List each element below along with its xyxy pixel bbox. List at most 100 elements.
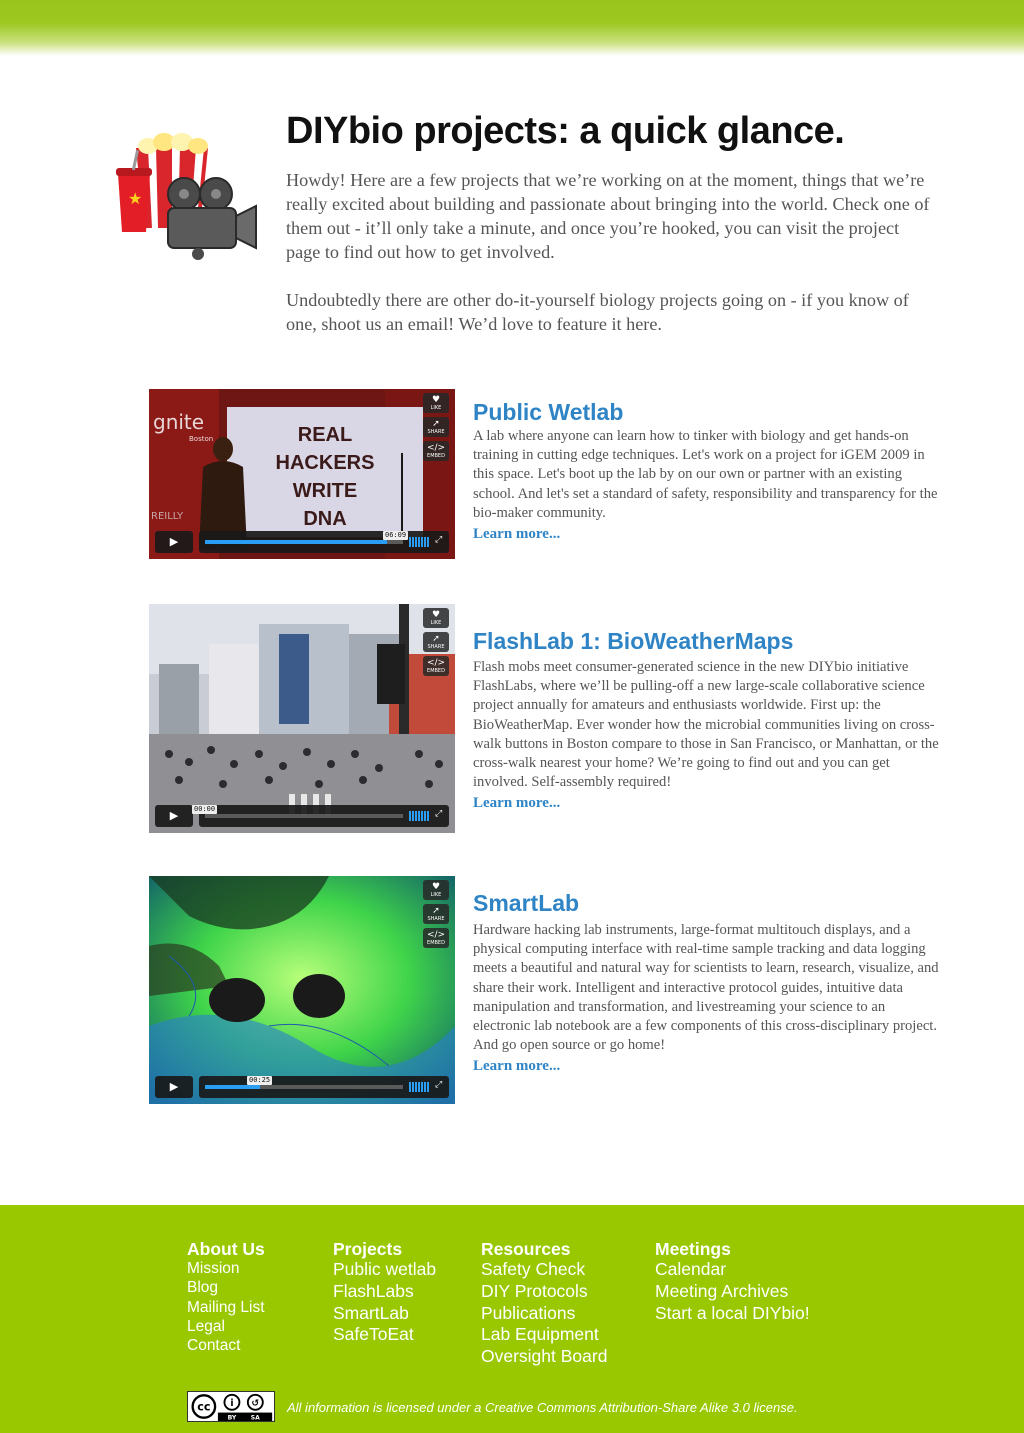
video-controls: ▶ ⤢ bbox=[149, 1074, 455, 1104]
progress-track[interactable] bbox=[205, 1085, 403, 1089]
embed-button[interactable]: </> EMBED bbox=[423, 656, 449, 676]
play-button[interactable]: ▶ bbox=[155, 531, 193, 553]
video-controls: ▶ ⤢ bbox=[149, 529, 455, 559]
video-thumbnail bbox=[149, 876, 455, 1104]
heart-icon: ♥ bbox=[431, 882, 441, 892]
play-button[interactable]: ▶ bbox=[155, 1076, 193, 1098]
project-text: Flash mobs meet consumer-generated scien… bbox=[473, 659, 939, 791]
footer-link-mailing-list[interactable]: Mailing List bbox=[187, 1298, 265, 1317]
like-button[interactable]: ♥ LIKE bbox=[423, 393, 449, 413]
footer-link-blog[interactable]: Blog bbox=[187, 1278, 265, 1297]
heart-icon: ♥ bbox=[431, 610, 441, 620]
footer-link-flashlabs[interactable]: FlashLabs bbox=[333, 1281, 436, 1303]
project-title[interactable]: SmartLab bbox=[473, 890, 579, 917]
creative-commons-by-sa-icon[interactable]: cc i ↺ BY SA bbox=[187, 1391, 275, 1422]
project-description: A lab where anyone can learn how to tink… bbox=[473, 427, 939, 544]
project-title[interactable]: FlashLab 1: BioWeatherMaps bbox=[473, 628, 793, 655]
play-button[interactable]: ▶ bbox=[155, 805, 193, 827]
footer-link-lab-equipment[interactable]: Lab Equipment bbox=[481, 1324, 607, 1346]
footer-column-about: About Us Mission Blog Mailing List Legal… bbox=[187, 1239, 265, 1355]
progress-fill bbox=[205, 540, 388, 544]
svg-text:REILLY: REILLY bbox=[151, 511, 184, 522]
like-button[interactable]: ♥ LIKE bbox=[423, 608, 449, 628]
video-side-buttons: ♥ LIKE ➚ SHARE </> EMBED bbox=[423, 393, 449, 461]
progress-fill bbox=[205, 1085, 261, 1089]
timecode: 06:09 bbox=[383, 531, 409, 540]
footer-heading: Resources bbox=[481, 1239, 571, 1259]
learn-more-link[interactable]: Learn more... bbox=[473, 1057, 939, 1076]
footer-link-diy-protocols[interactable]: DIY Protocols bbox=[481, 1281, 607, 1303]
footer-link-public-wetlab[interactable]: Public wetlab bbox=[333, 1259, 436, 1281]
play-icon: ▶ bbox=[169, 809, 179, 822]
video-player[interactable]: REAL HACKERS WRITE DNA gnite Boston REIL… bbox=[149, 389, 455, 559]
footer-link-legal[interactable]: Legal bbox=[187, 1317, 265, 1336]
project-text: Hardware hacking lab instruments, large-… bbox=[473, 922, 939, 1054]
footer-column-meetings: Meetings Calendar Meeting Archives Start… bbox=[655, 1239, 810, 1324]
license-text: All information is licensed under a Crea… bbox=[287, 1400, 798, 1415]
svg-text:DNA: DNA bbox=[303, 508, 346, 530]
project-description: Flash mobs meet consumer-generated scien… bbox=[473, 658, 939, 814]
heart-icon: ♥ bbox=[431, 395, 441, 405]
progress-track[interactable] bbox=[205, 540, 403, 544]
video-thumbnail bbox=[149, 604, 455, 833]
svg-text:Boston: Boston bbox=[189, 435, 213, 443]
footer: About Us Mission Blog Mailing List Legal… bbox=[0, 1205, 1024, 1433]
fullscreen-icon[interactable]: ⤢ bbox=[435, 1080, 442, 1090]
video-player[interactable]: ♥ LIKE ➚ SHARE </> EMBED ▶ ⤢ 00:00 bbox=[149, 604, 455, 833]
project-title[interactable]: Public Wetlab bbox=[473, 399, 623, 426]
popcorn-and-film-camera-icon: ★ bbox=[116, 133, 257, 260]
like-button[interactable]: ♥ LIKE bbox=[423, 880, 449, 900]
project-flashlab: ♥ LIKE ➚ SHARE </> EMBED ▶ ⤢ 00:00 FlashLab… bbox=[149, 604, 939, 833]
volume-icon[interactable] bbox=[409, 1082, 429, 1092]
page-title: DIYbio projects: a quick glance. bbox=[286, 110, 845, 152]
footer-link-meeting-archives[interactable]: Meeting Archives bbox=[655, 1281, 810, 1303]
play-icon: ▶ bbox=[169, 535, 179, 548]
intro-paragraph-2: Undoubtedly there are other do-it-yourse… bbox=[286, 290, 909, 334]
video-scrubber[interactable]: ⤢ bbox=[199, 531, 449, 553]
svg-text:cc: cc bbox=[197, 1401, 210, 1414]
share-button[interactable]: ➚ SHARE bbox=[423, 417, 449, 437]
share-button[interactable]: ➚ SHARE bbox=[423, 904, 449, 924]
video-scrubber[interactable]: ⤢ bbox=[199, 1076, 449, 1098]
fullscreen-icon[interactable]: ⤢ bbox=[435, 809, 442, 819]
play-icon: ▶ bbox=[169, 1080, 179, 1093]
footer-column-projects: Projects Public wetlab FlashLabs SmartLa… bbox=[333, 1239, 436, 1346]
project-public-wetlab: REAL HACKERS WRITE DNA gnite Boston REIL… bbox=[149, 389, 939, 559]
footer-link-contact[interactable]: Contact bbox=[187, 1336, 265, 1355]
svg-text:★: ★ bbox=[128, 189, 142, 208]
embed-button[interactable]: </> EMBED bbox=[423, 441, 449, 461]
video-side-buttons: ♥ LIKE ➚ SHARE </> EMBED bbox=[423, 880, 449, 948]
volume-icon[interactable] bbox=[409, 537, 429, 547]
footer-link-oversight-board[interactable]: Oversight Board bbox=[481, 1346, 607, 1368]
footer-heading: Projects bbox=[333, 1239, 403, 1259]
learn-more-link[interactable]: Learn more... bbox=[473, 525, 939, 544]
project-description: Hardware hacking lab instruments, large-… bbox=[473, 921, 939, 1077]
video-player[interactable]: ♥ LIKE ➚ SHARE </> EMBED ▶ ⤢ 00:25 bbox=[149, 876, 455, 1104]
embed-button[interactable]: </> EMBED bbox=[423, 928, 449, 948]
project-smartlab: ♥ LIKE ➚ SHARE </> EMBED ▶ ⤢ 00:25 SmartLab… bbox=[149, 876, 939, 1104]
volume-icon[interactable] bbox=[409, 811, 429, 821]
video-scrubber[interactable]: ⤢ bbox=[199, 805, 449, 827]
footer-link-start-local[interactable]: Start a local DIYbio! bbox=[655, 1303, 810, 1325]
footer-link-smartlab[interactable]: SmartLab bbox=[333, 1303, 436, 1325]
footer-link-safety-check[interactable]: Safety Check bbox=[481, 1259, 607, 1281]
footer-link-mission[interactable]: Mission bbox=[187, 1259, 265, 1278]
svg-text:i: i bbox=[230, 1398, 233, 1409]
share-icon: ➚ bbox=[432, 634, 440, 644]
fullscreen-icon[interactable]: ⤢ bbox=[435, 535, 442, 545]
progress-track[interactable] bbox=[205, 814, 403, 818]
top-green-band bbox=[0, 0, 1024, 56]
share-button[interactable]: ➚ SHARE bbox=[423, 632, 449, 652]
project-text: A lab where anyone can learn how to tink… bbox=[473, 428, 938, 521]
share-icon: ➚ bbox=[432, 419, 440, 429]
intro-paragraph-1: Howdy! Here are a few projects that we’r… bbox=[286, 170, 930, 262]
footer-link-publications[interactable]: Publications bbox=[481, 1303, 607, 1325]
learn-more-link[interactable]: Learn more... bbox=[473, 794, 939, 813]
footer-link-safetoeat[interactable]: SafeToEat bbox=[333, 1324, 436, 1346]
svg-text:HACKERS: HACKERS bbox=[276, 452, 375, 474]
footer-link-calendar[interactable]: Calendar bbox=[655, 1259, 810, 1281]
share-icon: ➚ bbox=[432, 906, 440, 916]
svg-text:↺: ↺ bbox=[251, 1398, 259, 1409]
code-icon: </> bbox=[426, 443, 446, 453]
footer-heading: About Us bbox=[187, 1239, 265, 1259]
